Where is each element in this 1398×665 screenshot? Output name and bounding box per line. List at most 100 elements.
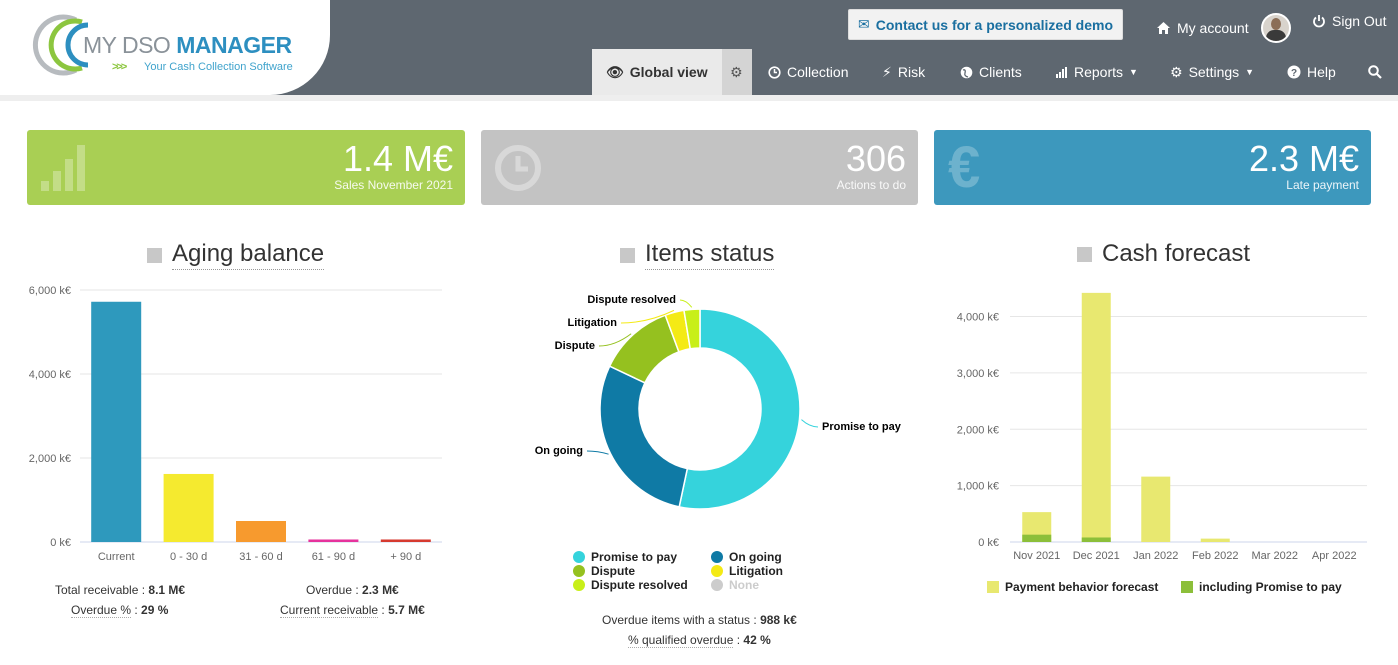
y-tick-label: 6,000 k€ — [29, 285, 71, 297]
bar[interactable] — [91, 301, 142, 542]
y-tick-label: 3,000 k€ — [957, 368, 999, 380]
x-tick-label: Nov 2021 — [1013, 550, 1060, 562]
aging-balance-title-text: Aging balance — [172, 240, 325, 270]
bolt-icon: ⚡ — [882, 63, 892, 80]
bar-chart-icon — [1056, 66, 1067, 78]
tab-help-label: Help — [1307, 64, 1336, 80]
kpi-tile-sales[interactable]: 1.4 M€ Sales November 2021 — [27, 130, 465, 205]
legend-label: Payment behavior forecast — [1005, 580, 1159, 594]
pie-label: Litigation — [568, 317, 618, 329]
legend-on-going[interactable]: On going — [711, 550, 782, 564]
tab-collection-label: Collection — [787, 64, 849, 80]
power-icon — [1313, 15, 1325, 28]
bar[interactable] — [380, 539, 431, 542]
legend-dot — [573, 565, 585, 577]
pie-label: Dispute — [555, 340, 595, 352]
tab-reports[interactable]: Reports ▼ — [1041, 49, 1152, 95]
sign-out-label: Sign Out — [1332, 13, 1387, 29]
kpi-tile-late-payment[interactable]: € 2.3 M€ Late payment — [934, 130, 1371, 205]
envelope-icon: ✉ — [858, 16, 870, 32]
overdue-value: 2.3 M€ — [362, 583, 399, 597]
cash-forecast-chart: 0 k€ 1,000 k€ 2,000 k€ 3,000 k€ 4,000 k€ Nov … — [957, 292, 1367, 562]
section-square-icon — [147, 247, 162, 263]
header-divider — [0, 95, 1398, 101]
legend-promise-to-pay-forecast[interactable]: including Promise to pay — [1181, 580, 1342, 594]
sign-out-link[interactable]: Sign Out — [1312, 13, 1386, 29]
tab-risk[interactable]: ⚡ Risk — [868, 49, 939, 95]
tab-reports-label: Reports — [1074, 64, 1124, 80]
logo[interactable]: MY DSO MANAGER >>> Your Cash Collection … — [0, 0, 330, 95]
tab-settings[interactable]: ⚙ Settings ▼ — [1156, 49, 1268, 95]
legend-label: Dispute — [591, 564, 636, 578]
my-account-link[interactable]: My account — [1156, 13, 1291, 43]
overdue-summary: Overdue : 2.3 M€ — [306, 583, 399, 597]
legend-none[interactable]: None — [711, 578, 759, 592]
contact-demo-button[interactable]: ✉ Contact us for a personalized demo — [848, 9, 1123, 40]
x-tick-label: 31 - 60 d — [239, 551, 282, 563]
section-square-icon — [1077, 247, 1092, 262]
legend-dispute-resolved[interactable]: Dispute resolved — [573, 578, 688, 592]
bar-forecast[interactable] — [1200, 538, 1230, 542]
logo-wordmark: MY DSO MANAGER — [83, 32, 292, 59]
total-receivable-label: Total receivable — [55, 583, 139, 597]
legend-promise-to-pay[interactable]: Promise to pay — [573, 550, 677, 564]
bar-forecast[interactable] — [1141, 476, 1171, 542]
overdue-pct-label: Overdue % — [71, 603, 132, 618]
bar-promise[interactable] — [1022, 534, 1052, 542]
legend-payment-behavior[interactable]: Payment behavior forecast — [987, 580, 1158, 594]
x-tick-label: Current — [98, 551, 135, 563]
legend-dispute[interactable]: Dispute — [573, 564, 635, 578]
items-status-chart: Promise to pay On going Dispute Litigation D… — [535, 294, 902, 510]
pie-connector — [586, 450, 609, 455]
kpi-tile-actions[interactable]: 306 Actions to do — [481, 130, 918, 205]
bar-forecast[interactable] — [1081, 292, 1111, 542]
kpi-late-value: 2.3 M€ — [1248, 138, 1359, 179]
logo-dso: DSO — [121, 32, 171, 58]
pie-connector — [679, 299, 693, 308]
legend-label: On going — [729, 550, 782, 564]
search-button[interactable] — [1354, 49, 1396, 95]
logo-my: MY — [83, 32, 117, 58]
items-status-title[interactable]: Items status — [620, 240, 775, 270]
pie-slice[interactable] — [599, 365, 689, 508]
cash-forecast-title[interactable]: Cash forecast — [1077, 240, 1250, 269]
kpi-sales-label: Sales November 2021 — [334, 178, 453, 192]
legend-litigation[interactable]: Litigation — [711, 564, 783, 578]
cash-forecast-title-text: Cash forecast — [1102, 240, 1251, 267]
current-receivable-label: Current receivable — [280, 603, 379, 618]
bar[interactable] — [308, 539, 359, 542]
current-receivable-value: 5.7 M€ — [388, 603, 425, 617]
svg-text:?: ? — [1291, 68, 1297, 79]
global-view-settings-button[interactable]: ⚙ — [722, 49, 752, 95]
x-tick-label: Feb 2022 — [1192, 550, 1238, 562]
bar[interactable] — [163, 473, 214, 542]
legend-swatch — [1181, 581, 1193, 593]
x-tick-label: Apr 2022 — [1312, 550, 1357, 562]
y-tick-label: 4,000 k€ — [29, 369, 71, 381]
clock-icon — [495, 145, 541, 191]
tab-collection[interactable]: Collection — [754, 49, 862, 95]
search-icon — [1368, 65, 1382, 79]
my-account-label: My account — [1177, 20, 1249, 36]
legend-label: Litigation — [729, 564, 783, 578]
x-tick-label: Dec 2021 — [1073, 550, 1120, 562]
x-tick-label: Jan 2022 — [1133, 550, 1178, 562]
tab-global-view-label: Global view — [629, 64, 708, 80]
tab-help[interactable]: ? Help — [1273, 49, 1350, 95]
tab-settings-label: Settings — [1188, 64, 1240, 80]
tab-global-view[interactable]: 👁 Global view — [592, 49, 722, 95]
tab-clients[interactable]: Clients — [946, 49, 1036, 95]
aging-balance-chart: 0 k€ 2,000 k€ 4,000 k€ 6,000 k€ Current 0 - 3… — [29, 285, 442, 563]
legend-label: None — [729, 578, 759, 592]
legend-dot — [573, 551, 585, 563]
avatar[interactable] — [1260, 13, 1291, 43]
bar-promise[interactable] — [1081, 537, 1111, 542]
bar[interactable] — [236, 521, 286, 542]
top-header: MY DSO MANAGER >>> Your Cash Collection … — [0, 0, 1398, 95]
aging-balance-title[interactable]: Aging balance — [147, 240, 325, 270]
caret-down-icon: ▼ — [1129, 67, 1138, 77]
gear-icon: ⚙ — [730, 63, 743, 80]
legend-dot — [573, 579, 585, 591]
overdue-status-summary: Overdue items with a status : 988 k€ — [602, 613, 797, 627]
y-tick-label: 4,000 k€ — [957, 312, 999, 324]
